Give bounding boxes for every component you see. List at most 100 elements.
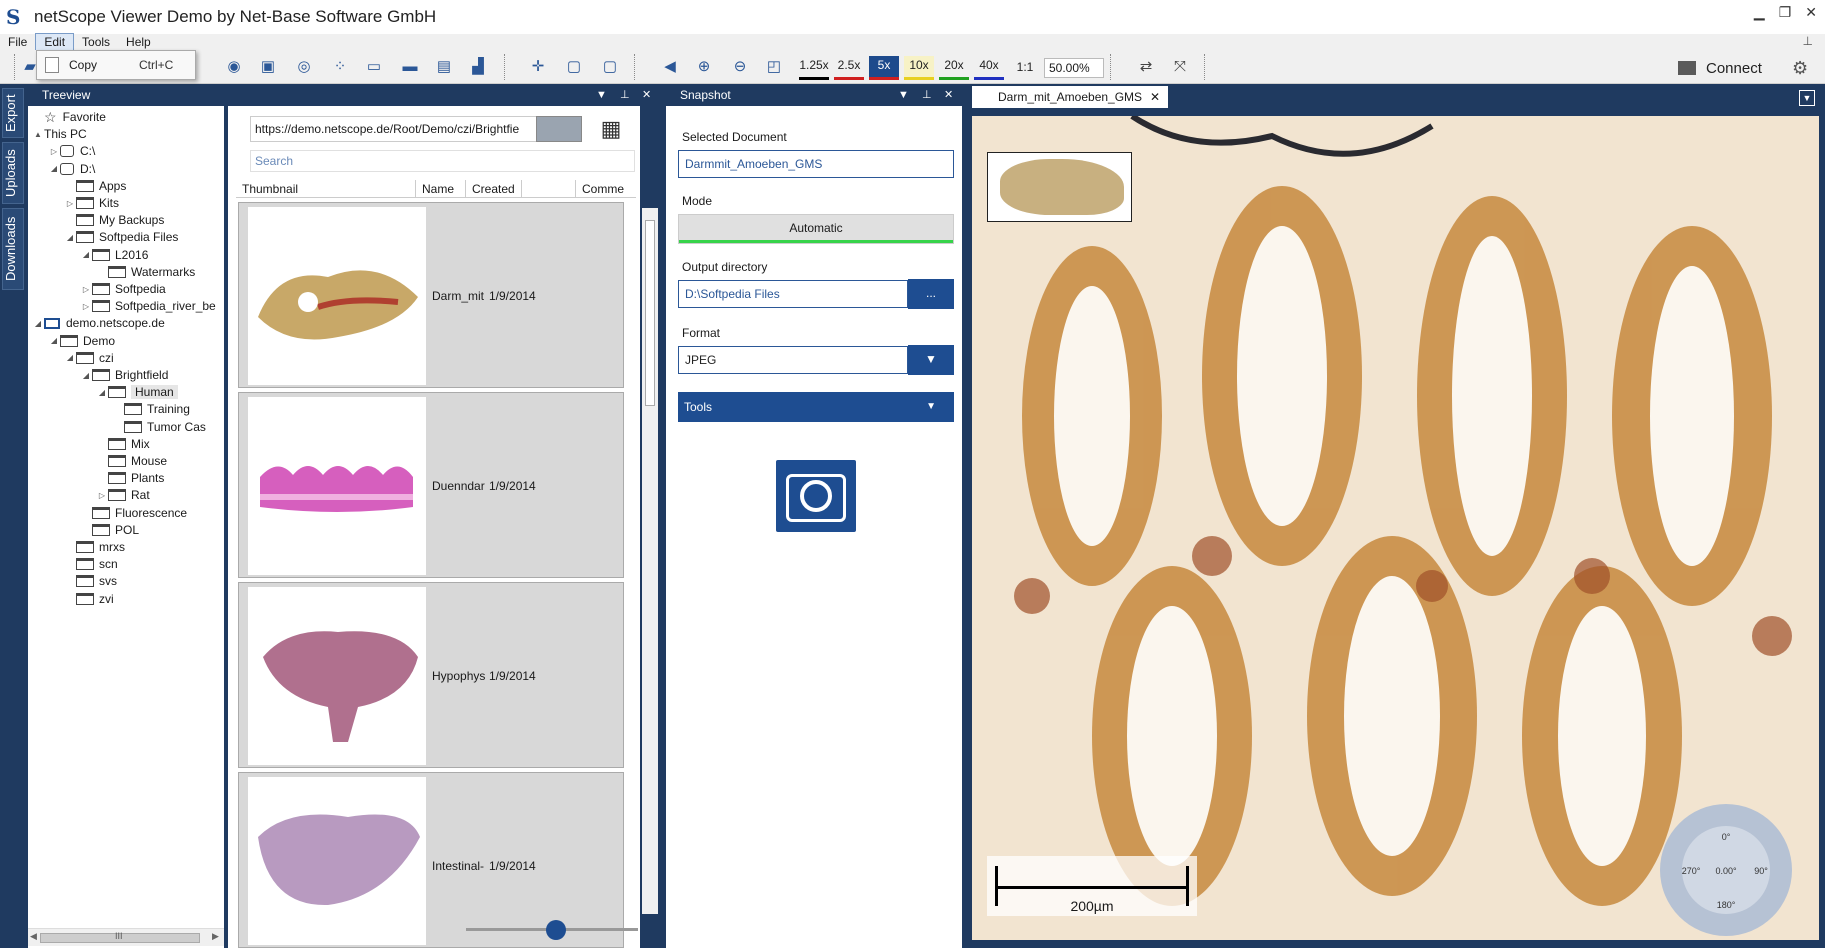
table-row[interactable]: Darm_mit 1/9/2014 [238, 202, 624, 388]
zoom-5x-button[interactable]: 5x [869, 56, 899, 80]
tree-node[interactable]: Fluorescence [80, 504, 187, 522]
toolbar-grip[interactable] [1204, 54, 1209, 80]
play-icon[interactable]: ◀ [660, 58, 680, 76]
tree-node[interactable]: ▷ C:\ [48, 142, 95, 160]
format-select[interactable]: JPEG [678, 346, 908, 374]
crosshair-icon[interactable]: ✛ [528, 58, 548, 76]
expand-arrow-icon[interactable]: ◢ [48, 336, 60, 345]
table-row[interactable]: Hypophys 1/9/2014 [238, 582, 624, 768]
slide-image[interactable]: 200µm 0° 90° 180° 270° 0.00° [972, 116, 1819, 940]
zoom-20x-button[interactable]: 20x [939, 56, 969, 80]
menu-file[interactable]: File [0, 34, 35, 50]
toolbar-grip[interactable] [14, 54, 19, 80]
eye-icon[interactable]: ◉ [224, 58, 244, 76]
list-view-icon[interactable] [536, 116, 582, 142]
scroll-left-icon[interactable]: ◀ [30, 931, 37, 942]
slider-knob[interactable] [546, 920, 566, 940]
dropdown-icon[interactable]: ▼ [898, 84, 909, 106]
minimize-icon[interactable]: ▁ [1754, 4, 1765, 21]
close-icon[interactable]: ✕ [944, 84, 953, 106]
tab-downloads[interactable]: Downloads [2, 208, 24, 290]
toolbar-grip[interactable] [504, 54, 509, 80]
tree-node[interactable]: ☆ Favorite [32, 108, 106, 126]
tree-node[interactable]: ◢ Demo [48, 332, 115, 350]
annotation-icon[interactable]: ▣ [258, 58, 278, 76]
mode-button[interactable]: Automatic [678, 214, 954, 244]
search-input[interactable]: Search [250, 150, 635, 172]
expand-arrow-icon[interactable]: ◢ [32, 319, 44, 328]
expand-arrow-icon[interactable]: ▷ [48, 147, 60, 156]
pin-icon[interactable]: ⊥ [1803, 34, 1813, 48]
tree-node[interactable]: ▷ Kits [64, 194, 119, 212]
swap-icon[interactable]: ⇄ [1136, 58, 1156, 76]
tree-node[interactable]: Training [112, 400, 190, 418]
tree-node[interactable]: Tumor Cas [112, 418, 206, 436]
dropdown-icon[interactable]: ▼ [596, 84, 607, 106]
tree-node[interactable]: ◢ czi [64, 349, 114, 367]
menu-help[interactable]: Help [118, 34, 159, 50]
tab-list-dropdown-icon[interactable]: ▼ [1799, 90, 1815, 106]
expand-arrow-icon[interactable]: ▷ [80, 285, 92, 294]
fullscreen-icon[interactable]: ⤧ [1170, 58, 1190, 76]
treeview-hscrollbar[interactable]: ◀ III ▶ [28, 928, 224, 946]
grid-view-icon[interactable]: ▦ [596, 116, 626, 144]
output-directory-field[interactable]: D:\Softpedia Files [678, 280, 908, 308]
tree-node[interactable]: Mix [96, 435, 150, 453]
tree-node[interactable]: ◢ L2016 [80, 246, 148, 264]
target-icon[interactable]: ◎ [294, 58, 314, 76]
table-row[interactable]: Duenndar 1/9/2014 [238, 392, 624, 578]
expand-arrow-icon[interactable]: ◢ [64, 233, 76, 242]
tree-node[interactable]: Plants [96, 469, 164, 487]
pin-icon[interactable]: ⊥ [922, 84, 932, 106]
layer-icon[interactable]: ▭ [364, 58, 384, 76]
table-row[interactable]: Intestinal- 1/9/2014 [238, 772, 624, 948]
expand-arrow-icon[interactable]: ▷ [96, 491, 108, 500]
thumbnail-size-slider[interactable] [466, 920, 638, 940]
camera-snapshot-button[interactable] [776, 460, 856, 532]
selected-document-field[interactable]: Darmmit_Amoeben_GMS [678, 150, 954, 178]
zoom-in-icon[interactable]: ⊕ [694, 58, 714, 76]
zoom-10x-button[interactable]: 10x [904, 56, 934, 80]
zoom-2-5x-button[interactable]: 2.5x [834, 56, 864, 80]
tools-expander[interactable]: Tools ▼ [678, 392, 954, 422]
browser-vscrollbar[interactable] [642, 208, 658, 914]
tree-node[interactable]: zvi [64, 590, 114, 608]
expand-arrow-icon[interactable]: ◢ [96, 388, 108, 397]
tree-node[interactable]: scn [64, 555, 118, 573]
tree-node[interactable]: mrxs [64, 538, 125, 556]
settings-gear-icon[interactable]: ⚙ [1792, 58, 1808, 79]
clipboard-icon[interactable]: ▤ [434, 58, 454, 76]
tree-node[interactable]: ▷ Softpedia_river_be [80, 297, 216, 315]
connect-button[interactable]: Connect [1664, 56, 1784, 80]
expand-arrow-icon[interactable]: ▷ [80, 302, 92, 311]
tree-node[interactable]: ◢ Brightfield [80, 366, 168, 384]
comment-icon[interactable]: ▢ [564, 58, 584, 76]
ruler-icon[interactable]: ▬ [400, 58, 420, 76]
expand-arrow-icon[interactable]: ◢ [48, 164, 60, 173]
tree-node[interactable]: ◢ Human [96, 383, 178, 401]
expand-arrow-icon[interactable]: ◢ [80, 250, 92, 259]
menu-tools[interactable]: Tools [74, 34, 118, 50]
format-dropdown-icon[interactable]: ▼ [908, 345, 954, 375]
tree-node[interactable]: ◢ D:\ [48, 160, 95, 178]
tree-node[interactable]: My Backups [64, 211, 164, 229]
rotation-wheel[interactable]: 0° 90° 180° 270° 0.00° [1660, 804, 1792, 936]
col-created[interactable]: Created [466, 180, 522, 197]
url-field[interactable]: https://demo.netscope.de/Root/Demo/czi/B… [250, 116, 556, 142]
tree-node[interactable]: ▷ Softpedia [80, 280, 166, 298]
fit-icon[interactable]: ◰ [764, 58, 784, 76]
menu-item-copy[interactable]: Copy [69, 58, 139, 72]
tree-node[interactable]: svs [64, 572, 117, 590]
tab-document[interactable]: Darm_mit_Amoeben_GMS ✕ [972, 86, 1168, 108]
toolbar-grip[interactable] [1110, 54, 1115, 80]
tree-node[interactable]: ◢ Softpedia Files [64, 228, 178, 246]
col-thumbnail[interactable]: Thumbnail [236, 180, 416, 197]
pin-icon[interactable]: ⊥ [620, 84, 630, 106]
browse-button[interactable]: ... [908, 279, 954, 309]
zoom-1-25x-button[interactable]: 1.25x [799, 56, 829, 80]
tree-node[interactable]: ▷ Rat [96, 486, 150, 504]
tree-node[interactable]: ▲ This PC [32, 125, 87, 143]
zoom-out-icon[interactable]: ⊖ [730, 58, 750, 76]
overview-thumbnail[interactable] [987, 152, 1132, 222]
scrollbar-thumb[interactable] [645, 220, 655, 406]
